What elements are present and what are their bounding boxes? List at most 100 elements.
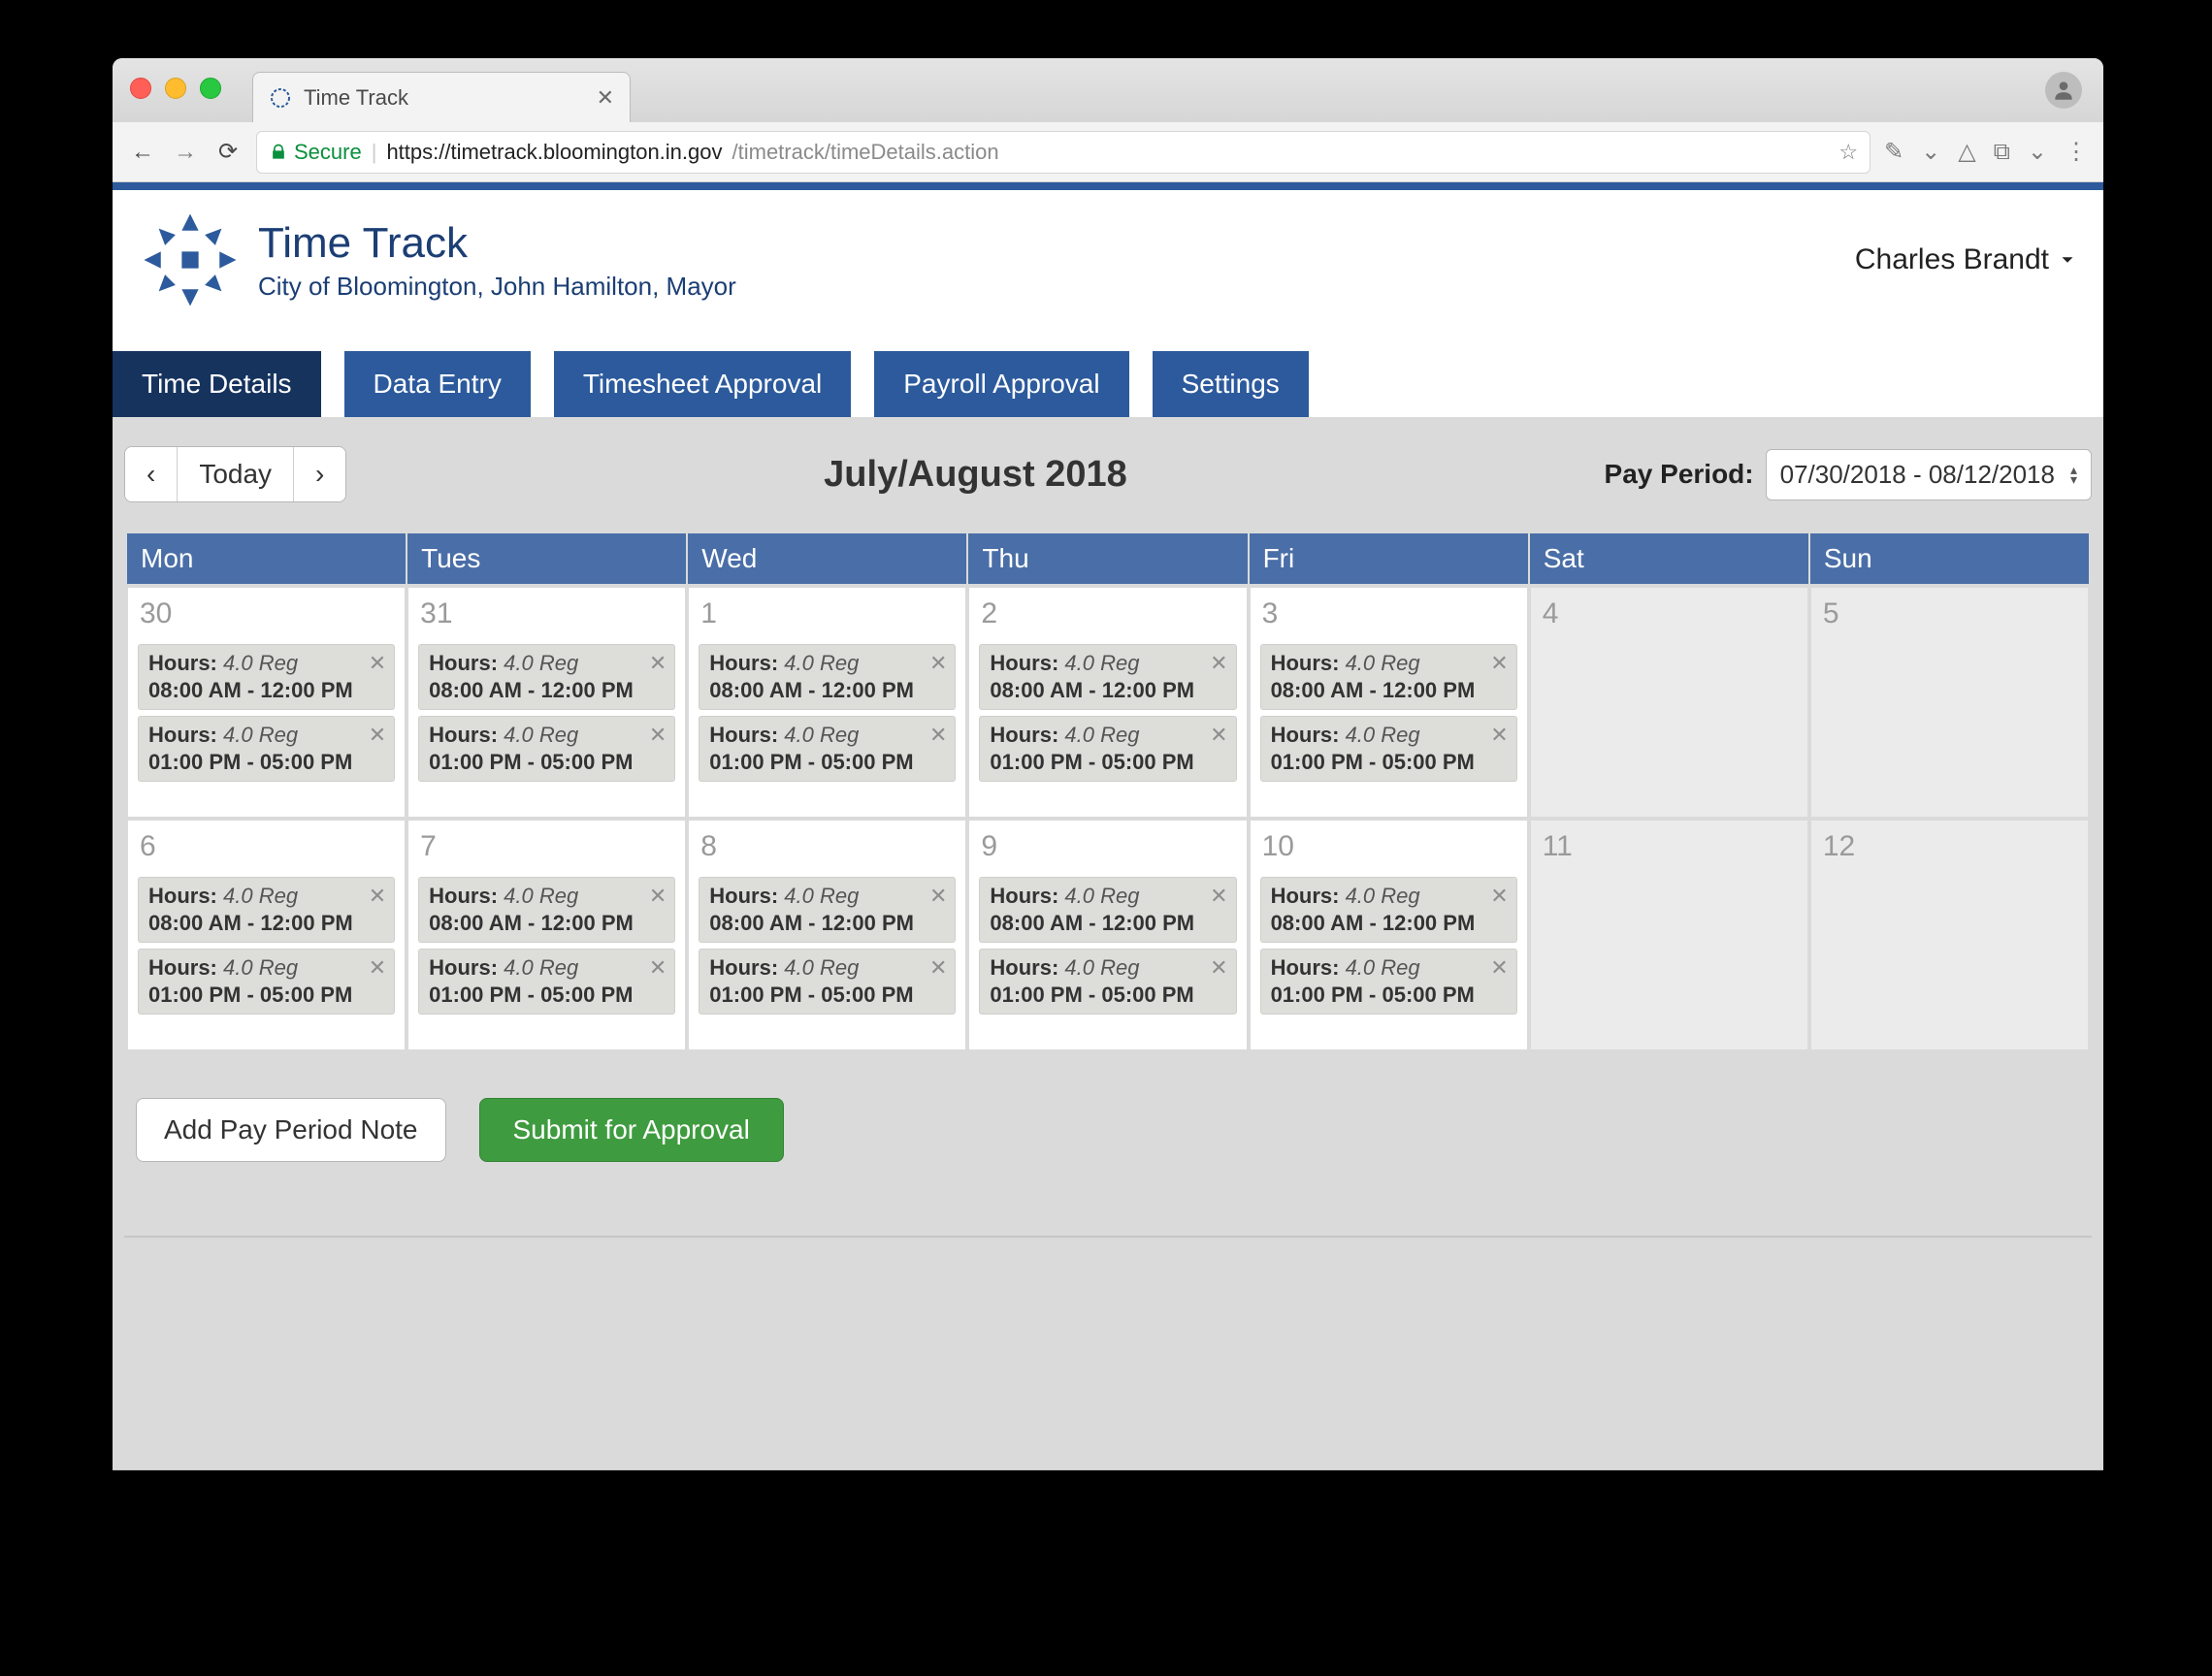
time-entry[interactable]: Hours: 4.0 Reg01:00 PM - 05:00 PM✕	[418, 716, 675, 782]
day-number: 11	[1539, 828, 1800, 871]
time-entry[interactable]: Hours: 4.0 Reg01:00 PM - 05:00 PM✕	[138, 716, 395, 782]
chevron-down-icon	[2057, 249, 2078, 271]
time-entry[interactable]: Hours: 4.0 Reg08:00 AM - 12:00 PM✕	[1260, 644, 1517, 710]
day-header: Sun	[1809, 532, 2090, 586]
time-entry[interactable]: Hours: 4.0 Reg08:00 AM - 12:00 PM✕	[979, 877, 1236, 943]
delete-entry-icon[interactable]: ✕	[369, 884, 386, 909]
time-entry[interactable]: Hours: 4.0 Reg01:00 PM - 05:00 PM✕	[1260, 716, 1517, 782]
calendar-day[interactable]: 8Hours: 4.0 Reg08:00 AM - 12:00 PM✕Hours…	[687, 819, 967, 1051]
calendar-day[interactable]: 31Hours: 4.0 Reg08:00 AM - 12:00 PM✕Hour…	[407, 586, 687, 819]
pay-period-select[interactable]: 07/30/2018 - 08/12/2018 ▴▾	[1766, 449, 2092, 500]
calendar-day[interactable]: 6Hours: 4.0 Reg08:00 AM - 12:00 PM✕Hours…	[126, 819, 407, 1051]
time-entry[interactable]: Hours: 4.0 Reg08:00 AM - 12:00 PM✕	[699, 877, 956, 943]
profile-icon[interactable]	[2045, 72, 2082, 109]
calendar-day[interactable]: 2Hours: 4.0 Reg08:00 AM - 12:00 PM✕Hours…	[967, 586, 1248, 819]
time-entry[interactable]: Hours: 4.0 Reg08:00 AM - 12:00 PM✕	[699, 644, 956, 710]
time-entry[interactable]: Hours: 4.0 Reg08:00 AM - 12:00 PM✕	[979, 644, 1236, 710]
pay-period-value: 07/30/2018 - 08/12/2018	[1780, 460, 2055, 490]
delete-entry-icon[interactable]: ✕	[929, 955, 947, 981]
delete-entry-icon[interactable]: ✕	[649, 884, 667, 909]
time-entry[interactable]: Hours: 4.0 Reg08:00 AM - 12:00 PM✕	[1260, 877, 1517, 943]
extension-icon[interactable]: ✎	[1884, 138, 1903, 166]
time-entry[interactable]: Hours: 4.0 Reg01:00 PM - 05:00 PM✕	[138, 949, 395, 1015]
drive-icon[interactable]: △	[1958, 138, 1975, 166]
time-range: 08:00 AM - 12:00 PM	[709, 678, 945, 703]
calendar-day[interactable]: 4	[1529, 586, 1809, 819]
day-number: 30	[136, 596, 397, 638]
close-tab-icon[interactable]: ✕	[597, 85, 614, 111]
delete-entry-icon[interactable]: ✕	[1490, 723, 1508, 748]
minimize-window-icon[interactable]	[165, 78, 186, 99]
delete-entry-icon[interactable]: ✕	[1490, 651, 1508, 676]
delete-entry-icon[interactable]: ✕	[1210, 651, 1227, 676]
nav-tab-time-details[interactable]: Time Details	[113, 351, 321, 417]
pocket-icon[interactable]: ⌄	[1921, 138, 1940, 166]
time-entry[interactable]: Hours: 4.0 Reg08:00 AM - 12:00 PM✕	[138, 644, 395, 710]
browser-tab[interactable]: Time Track ✕	[252, 72, 631, 122]
add-note-button[interactable]: Add Pay Period Note	[136, 1098, 446, 1162]
delete-entry-icon[interactable]: ✕	[369, 955, 386, 981]
hours-label: Hours:	[990, 884, 1064, 908]
delete-entry-icon[interactable]: ✕	[1210, 723, 1227, 748]
calendar-day[interactable]: 9Hours: 4.0 Reg08:00 AM - 12:00 PM✕Hours…	[967, 819, 1248, 1051]
delete-entry-icon[interactable]: ✕	[649, 955, 667, 981]
calendar-day[interactable]: 7Hours: 4.0 Reg08:00 AM - 12:00 PM✕Hours…	[407, 819, 687, 1051]
hours-label: Hours:	[148, 955, 223, 980]
delete-entry-icon[interactable]: ✕	[929, 651, 947, 676]
calendar-day[interactable]: 11	[1529, 819, 1809, 1051]
delete-entry-icon[interactable]: ✕	[1490, 884, 1508, 909]
time-entry[interactable]: Hours: 4.0 Reg01:00 PM - 05:00 PM✕	[699, 949, 956, 1015]
address-bar[interactable]: Secure | https://timetrack.bloomington.i…	[256, 131, 1870, 174]
delete-entry-icon[interactable]: ✕	[369, 651, 386, 676]
calendar-day[interactable]: 12	[1809, 819, 2090, 1051]
extension-icon-2[interactable]: ⧉	[1994, 139, 2010, 166]
time-entry[interactable]: Hours: 4.0 Reg01:00 PM - 05:00 PM✕	[1260, 949, 1517, 1015]
pay-period-label: Pay Period:	[1605, 459, 1754, 490]
time-entry[interactable]: Hours: 4.0 Reg01:00 PM - 05:00 PM✕	[699, 716, 956, 782]
hours-label: Hours:	[429, 955, 504, 980]
calendar-day[interactable]: 30 Hours: 4.0 Reg08:00 AM - 12:00 PM✕Hour…	[126, 586, 407, 819]
calendar-day[interactable]: 3Hours: 4.0 Reg08:00 AM - 12:00 PM✕Hours…	[1249, 586, 1529, 819]
delete-entry-icon[interactable]: ✕	[649, 723, 667, 748]
close-window-icon[interactable]	[130, 78, 151, 99]
delete-entry-icon[interactable]: ✕	[369, 723, 386, 748]
prev-period-button[interactable]: ‹	[125, 447, 178, 501]
delete-entry-icon[interactable]: ✕	[1210, 955, 1227, 981]
user-menu[interactable]: Charles Brandt	[1855, 243, 2078, 276]
chevron-down-icon[interactable]: ⌄	[2028, 138, 2047, 166]
maximize-window-icon[interactable]	[200, 78, 221, 99]
nav-tab-payroll-approval[interactable]: Payroll Approval	[874, 351, 1128, 417]
time-entry[interactable]: Hours: 4.0 Reg08:00 AM - 12:00 PM✕	[418, 644, 675, 710]
time-entry[interactable]: Hours: 4.0 Reg01:00 PM - 05:00 PM✕	[979, 716, 1236, 782]
today-button[interactable]: Today	[178, 447, 294, 501]
nav-tab-data-entry[interactable]: Data Entry	[344, 351, 531, 417]
next-period-button[interactable]: ›	[294, 447, 345, 501]
browser-toolbar: ← → ⟳ Secure | https://timetrack.bloomin…	[113, 122, 2103, 182]
time-entry[interactable]: Hours: 4.0 Reg08:00 AM - 12:00 PM✕	[138, 877, 395, 943]
delete-entry-icon[interactable]: ✕	[1490, 955, 1508, 981]
hours-label: Hours:	[709, 955, 784, 980]
time-entry[interactable]: Hours: 4.0 Reg01:00 PM - 05:00 PM✕	[418, 949, 675, 1015]
delete-entry-icon[interactable]: ✕	[649, 651, 667, 676]
delete-entry-icon[interactable]: ✕	[929, 723, 947, 748]
secure-label: Secure	[294, 140, 362, 165]
calendar-day[interactable]: 5	[1809, 586, 2090, 819]
time-range: 01:00 PM - 05:00 PM	[1271, 983, 1507, 1008]
calendar-day[interactable]: 1Hours: 4.0 Reg08:00 AM - 12:00 PM✕Hours…	[687, 586, 967, 819]
calendar-day[interactable]: 10Hours: 4.0 Reg08:00 AM - 12:00 PM✕Hour…	[1249, 819, 1529, 1051]
hours-value: 4.0 Reg	[784, 955, 859, 980]
menu-icon[interactable]: ⋮	[2065, 138, 2088, 166]
time-entry[interactable]: Hours: 4.0 Reg08:00 AM - 12:00 PM✕	[418, 877, 675, 943]
submit-approval-button[interactable]: Submit for Approval	[479, 1098, 784, 1162]
bookmark-star-icon[interactable]: ☆	[1838, 140, 1858, 165]
time-range: 01:00 PM - 05:00 PM	[429, 750, 665, 775]
delete-entry-icon[interactable]: ✕	[929, 884, 947, 909]
nav-tab-timesheet-approval[interactable]: Timesheet Approval	[554, 351, 851, 417]
time-entry[interactable]: Hours: 4.0 Reg01:00 PM - 05:00 PM✕	[979, 949, 1236, 1015]
reload-icon[interactable]: ⟳	[213, 138, 243, 166]
delete-entry-icon[interactable]: ✕	[1210, 884, 1227, 909]
app-title: Time Track	[258, 219, 736, 268]
back-icon[interactable]: ←	[128, 139, 157, 166]
nav-tab-settings[interactable]: Settings	[1153, 351, 1309, 417]
time-range: 08:00 AM - 12:00 PM	[148, 678, 384, 703]
